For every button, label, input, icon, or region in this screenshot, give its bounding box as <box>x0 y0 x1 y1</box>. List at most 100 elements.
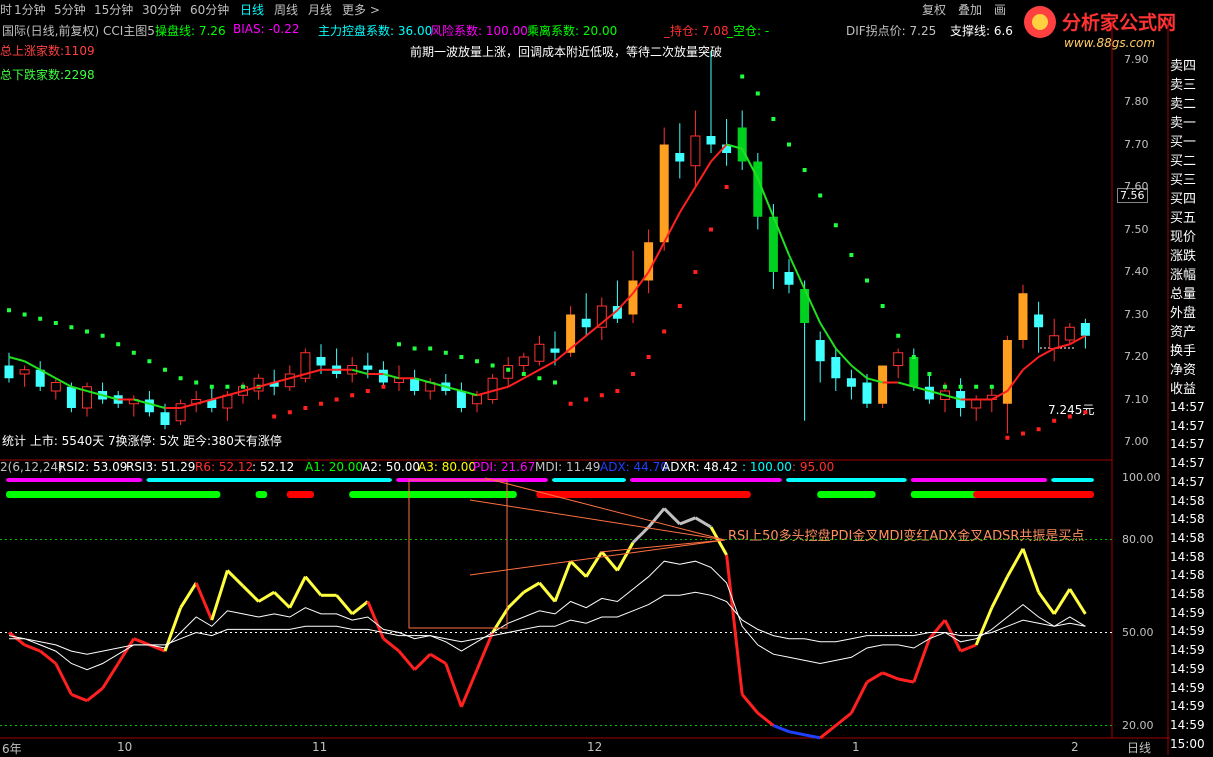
support-dot <box>911 355 916 359</box>
sidebar-item[interactable]: 涨跌 <box>1170 245 1213 264</box>
sidebar-item[interactable]: 涨幅 <box>1170 264 1213 283</box>
sidebar-item[interactable]: 总量 <box>1170 283 1213 302</box>
candle-body <box>659 144 669 243</box>
support-dots <box>7 74 1088 440</box>
support-dot <box>693 270 698 274</box>
r6-segment <box>335 594 354 615</box>
r6-segment <box>897 677 915 684</box>
support-dot <box>319 401 323 406</box>
x-axis-label-3: 12 <box>587 740 603 754</box>
r6-segment <box>444 662 463 708</box>
candle-body <box>1018 293 1028 340</box>
support-dot <box>350 393 355 398</box>
price-tick-label: 7.50 <box>1124 222 1149 236</box>
sidebar-item[interactable]: 卖一 <box>1170 112 1213 131</box>
support-dot <box>553 380 557 385</box>
candle-body <box>363 365 373 370</box>
support-dot <box>131 350 136 355</box>
r6-segment <box>86 687 104 702</box>
sidebar-item[interactable]: 买三 <box>1170 169 1213 188</box>
support-dot <box>787 142 791 147</box>
price-tick-label: 7.80 <box>1124 95 1149 108</box>
support-dot <box>677 304 682 308</box>
support-dot <box>662 329 667 334</box>
candlesticks <box>4 51 1090 434</box>
candle-body <box>50 382 61 392</box>
signal-strip <box>910 478 1048 482</box>
support-dot <box>709 227 713 232</box>
sidebar-item[interactable]: 净资 <box>1170 359 1213 378</box>
period-label[interactable]: 日线 <box>1127 739 1151 756</box>
candle-body <box>66 386 76 408</box>
r6-segment <box>523 581 541 594</box>
r6-segment <box>304 575 323 597</box>
candle-body <box>862 382 872 404</box>
sidebar-item[interactable]: 外盘 <box>1170 302 1213 321</box>
support-dot <box>412 346 417 351</box>
support-dot <box>7 308 11 313</box>
support-dot <box>724 185 729 189</box>
sidebar-item[interactable]: 换手 <box>1170 340 1213 359</box>
support-dot <box>958 384 963 389</box>
r6-segment <box>382 637 400 653</box>
r6-segment <box>413 653 432 671</box>
annotation-arrow <box>599 539 726 553</box>
r6-segment <box>866 671 884 684</box>
tick-time: 14:59 <box>1170 680 1205 695</box>
r6-segment <box>101 662 120 690</box>
support-dot <box>287 410 292 415</box>
support-dot <box>755 91 760 96</box>
rsi-lines <box>8 507 1087 740</box>
support-dot <box>833 223 838 228</box>
ma-segment <box>507 377 525 388</box>
signal-strip <box>552 478 626 482</box>
r6-segment <box>850 681 869 714</box>
sidebar-item[interactable]: 买五 <box>1170 207 1213 226</box>
support-dot <box>38 316 43 321</box>
r6-segment <box>569 560 588 578</box>
r6-segment <box>397 650 416 671</box>
sidebar-item[interactable]: 资产 <box>1170 321 1213 340</box>
support-dot <box>974 384 979 389</box>
candle-body <box>1002 340 1012 404</box>
candle-body <box>253 377 264 392</box>
tick-time: 14:57 <box>1170 456 1205 471</box>
support-dot <box>615 389 620 393</box>
tick-time: 14:59 <box>1170 699 1205 714</box>
r6-segment <box>1037 591 1056 615</box>
tick-time: 14:58 <box>1170 587 1205 601</box>
annotation-arrow <box>484 477 726 541</box>
ma-segment <box>24 360 41 371</box>
candle-body <box>503 365 514 379</box>
sidebar-item[interactable]: 收益 <box>1170 378 1213 397</box>
signal-strip <box>536 491 751 498</box>
candle-body <box>378 369 388 383</box>
r6-segment <box>460 669 479 708</box>
r6-segment <box>990 576 1009 609</box>
r6-segment <box>273 591 291 609</box>
support-dot <box>880 304 885 308</box>
r6-segment <box>257 590 275 603</box>
candle-body <box>675 153 685 162</box>
sidebar-item[interactable]: 卖三 <box>1170 74 1213 93</box>
tick-time: 14:57 <box>1170 400 1205 414</box>
r6-segment <box>226 569 245 588</box>
r6-segment <box>834 711 853 727</box>
sidebar-item[interactable]: 卖二 <box>1170 93 1213 112</box>
sidebar-item[interactable]: 买一 <box>1170 131 1213 150</box>
support-dot <box>1067 414 1072 419</box>
sidebar-item[interactable]: 现价 <box>1170 226 1213 245</box>
support-dot <box>537 376 542 381</box>
support-dot <box>459 355 464 359</box>
x-axis-label-1: 10 <box>117 740 133 754</box>
sidebar-item[interactable]: 卖四 <box>1170 55 1213 74</box>
highlight-box <box>408 479 508 629</box>
r6-segment <box>584 551 604 578</box>
sidebar-item[interactable]: 买二 <box>1170 150 1213 169</box>
signal-strip <box>146 478 392 482</box>
tick-time: 14:59 <box>1170 661 1205 676</box>
annotation-arrows <box>408 477 726 629</box>
candle-body <box>924 386 934 400</box>
price-tick-label: 7.00 <box>1124 435 1149 448</box>
sidebar-item[interactable]: 买四 <box>1170 188 1213 207</box>
